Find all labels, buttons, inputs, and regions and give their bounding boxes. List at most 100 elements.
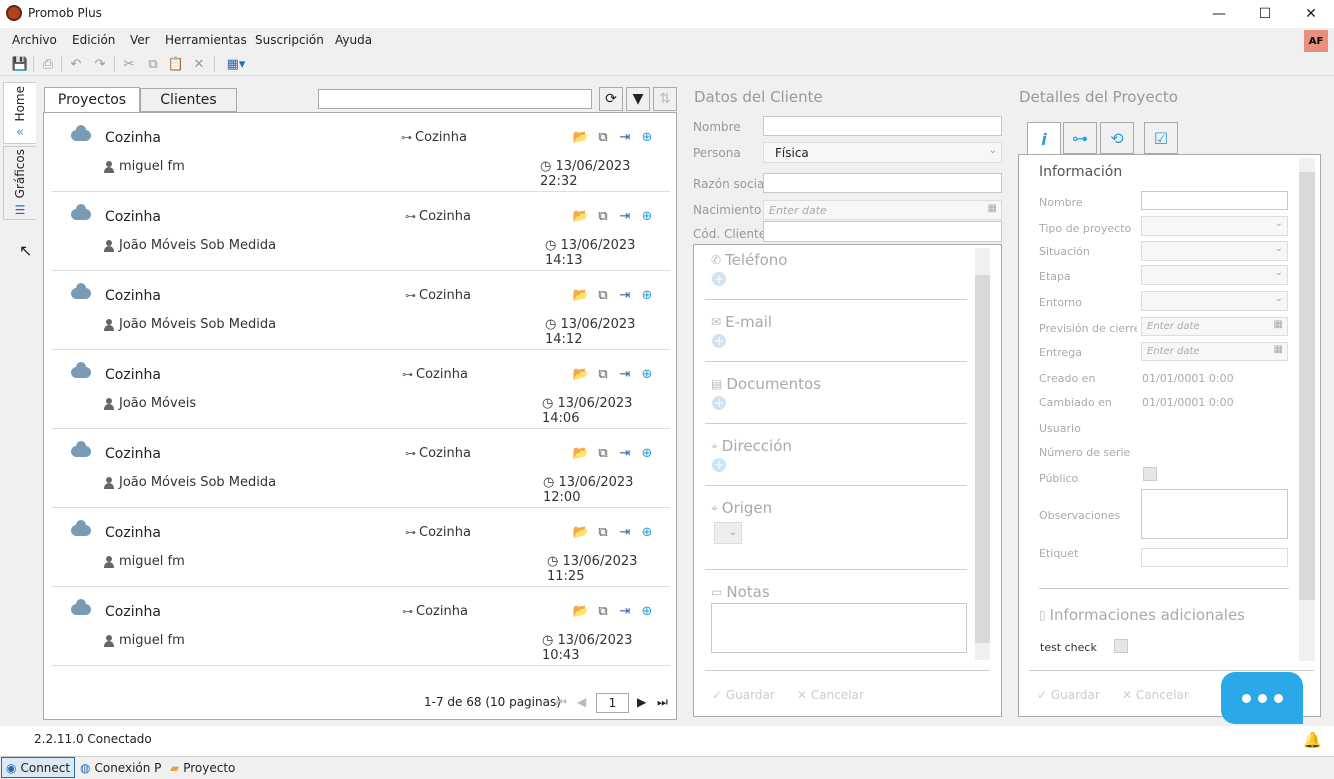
menu-suscripcion[interactable]: Suscripción — [255, 33, 324, 47]
share-tree-icon[interactable]: ⊕ — [639, 445, 655, 461]
paste-icon[interactable]: 📋 — [168, 56, 184, 72]
copy-icon[interactable]: ⧉ — [145, 56, 161, 72]
undo-icon[interactable]: ↶ — [68, 56, 84, 72]
export-icon[interactable]: ⇥ — [617, 445, 633, 461]
tab-clientes[interactable]: Clientes — [140, 88, 237, 112]
duplicate-icon[interactable]: ⧉ — [595, 208, 611, 224]
details-scrollbar-thumb[interactable] — [1299, 172, 1315, 600]
delete-icon[interactable]: ✕ — [191, 56, 207, 72]
sort-button[interactable]: ⇅ — [653, 87, 677, 111]
export-icon[interactable]: ⇥ — [617, 366, 633, 382]
list-item[interactable]: Cozinha ⊶ Cozinha João Móveis Sob Medida … — [52, 192, 670, 271]
details-cancel-button[interactable]: ✕ Cancelar — [1122, 688, 1189, 702]
export-icon[interactable]: ⇥ — [617, 603, 633, 619]
duplicate-icon[interactable]: ⧉ — [595, 603, 611, 619]
minimize-button[interactable]: — — [1196, 0, 1242, 28]
share-tree-icon[interactable]: ⊕ — [639, 366, 655, 382]
task-proyecto[interactable]: ▰ Proyecto — [166, 757, 239, 778]
open-folder-icon[interactable]: 📂 — [573, 445, 589, 461]
menu-archivo[interactable]: Archivo — [12, 33, 57, 47]
client-scrollbar-thumb[interactable] — [975, 275, 990, 643]
tab-proyectos[interactable]: Proyectos — [44, 87, 140, 112]
list-item[interactable]: Cozinha ⊶ Cozinha miguel fm ◷ 13/06/2023 … — [52, 587, 670, 666]
razon-social-input[interactable] — [763, 173, 1002, 193]
side-tab-graficos[interactable]: Gráficos ☰ — [3, 146, 36, 220]
export-icon[interactable]: ⇥ — [617, 129, 633, 145]
next-page-icon[interactable]: ▶ — [637, 695, 646, 709]
list-item[interactable]: Cozinha ⊶ Cozinha miguel fm ◷ 13/06/2023 … — [52, 113, 670, 192]
duplicate-icon[interactable]: ⧉ — [595, 524, 611, 540]
entrega-date-input[interactable]: Enter date ▦ — [1141, 342, 1288, 361]
task-conexion[interactable]: ◍ Conexión P — [76, 757, 165, 778]
tipo-select[interactable]: ⌄ — [1141, 216, 1288, 236]
refresh-button[interactable]: ⟳ — [599, 87, 623, 111]
calendar-icon[interactable]: ▦ — [988, 203, 997, 214]
add-documento-button[interactable]: + — [712, 396, 726, 410]
open-folder-icon[interactable]: 📂 — [573, 366, 589, 382]
publico-checkbox[interactable] — [1143, 467, 1157, 481]
last-page-icon[interactable]: ⏭ — [657, 695, 668, 710]
first-page-icon[interactable]: ⏮ — [556, 695, 567, 710]
project-nombre-input[interactable] — [1141, 191, 1288, 210]
share-tree-icon[interactable]: ⊕ — [639, 603, 655, 619]
redo-icon[interactable]: ↷ — [92, 56, 108, 72]
tab-hierarchy[interactable]: ⊶ — [1063, 122, 1097, 154]
open-folder-icon[interactable]: 📂 — [573, 524, 589, 540]
observaciones-textarea[interactable] — [1141, 489, 1288, 539]
tab-history[interactable]: ⟲ — [1100, 122, 1134, 154]
chat-button[interactable] — [1221, 672, 1303, 724]
user-avatar[interactable]: AF — [1304, 30, 1328, 52]
list-item[interactable]: Cozinha ⊶ Cozinha João Móveis ◷ 13/06/202… — [52, 350, 670, 429]
details-save-button[interactable]: ✓ Guardar — [1037, 688, 1100, 702]
page-number-input[interactable]: 1 — [596, 693, 629, 713]
open-folder-icon[interactable]: 📂 — [573, 129, 589, 145]
nacimiento-date-input[interactable]: Enter date ▦ — [763, 200, 1002, 220]
open-folder-icon[interactable]: 📂 — [573, 208, 589, 224]
share-tree-icon[interactable]: ⊕ — [639, 129, 655, 145]
menu-herramientas[interactable]: Herramientas — [165, 33, 247, 47]
persona-select[interactable]: Física ⌄ — [763, 142, 1002, 163]
list-item[interactable]: Cozinha ⊶ Cozinha João Móveis Sob Medida … — [52, 271, 670, 350]
cod-cliente-input[interactable] — [763, 221, 1002, 242]
task-connect[interactable]: ◉ Connect — [1, 757, 76, 778]
print-icon[interactable]: ⎙ — [40, 56, 56, 72]
add-direccion-button[interactable]: + — [712, 458, 726, 472]
menu-ver[interactable]: Ver — [130, 33, 150, 47]
close-button[interactable]: ✕ — [1288, 0, 1334, 28]
duplicate-icon[interactable]: ⧉ — [595, 287, 611, 303]
list-item[interactable]: Cozinha ⊶ Cozinha João Móveis Sob Medida … — [52, 429, 670, 508]
etiqueta-input[interactable] — [1141, 548, 1288, 567]
situacion-select[interactable]: ⌄ — [1141, 241, 1288, 261]
filter-button[interactable]: ▼ — [626, 87, 650, 111]
export-icon[interactable]: ⇥ — [617, 208, 633, 224]
calendar-icon[interactable]: ▦ — [1274, 319, 1283, 330]
maximize-button[interactable]: ☐ — [1242, 0, 1288, 28]
prev-page-icon[interactable]: ◀ — [577, 695, 586, 709]
menu-ayuda[interactable]: Ayuda — [335, 33, 372, 47]
open-folder-icon[interactable]: 📂 — [573, 287, 589, 303]
side-tab-home[interactable]: Home « — [3, 82, 36, 144]
duplicate-icon[interactable]: ⧉ — [595, 129, 611, 145]
notas-textarea[interactable] — [711, 603, 967, 653]
bell-icon[interactable]: 🔔 — [1303, 731, 1322, 749]
duplicate-icon[interactable]: ⧉ — [595, 366, 611, 382]
open-folder-icon[interactable]: 📂 — [573, 603, 589, 619]
entorno-select[interactable]: ⌄ — [1141, 291, 1288, 311]
tab-info[interactable]: i — [1027, 122, 1061, 155]
origen-select[interactable]: ⌄ — [714, 522, 742, 544]
nombre-input[interactable] — [763, 116, 1002, 136]
export-icon[interactable]: ⇥ — [617, 287, 633, 303]
add-telefono-button[interactable]: + — [712, 272, 726, 286]
share-tree-icon[interactable]: ⊕ — [639, 208, 655, 224]
share-tree-icon[interactable]: ⊕ — [639, 287, 655, 303]
layout-dropdown-icon[interactable]: ▦▾ — [223, 56, 249, 72]
client-save-button[interactable]: ✓ Guardar — [712, 688, 775, 702]
add-email-button[interactable]: + — [712, 334, 726, 348]
client-cancel-button[interactable]: ✕ Cancelar — [797, 688, 864, 702]
etapa-select[interactable]: ⌄ — [1141, 265, 1288, 285]
test-check-checkbox[interactable] — [1114, 639, 1128, 653]
search-input[interactable] — [318, 89, 592, 109]
calendar-icon[interactable]: ▦ — [1274, 344, 1283, 355]
share-tree-icon[interactable]: ⊕ — [639, 524, 655, 540]
save-icon[interactable]: 💾 — [12, 56, 28, 72]
